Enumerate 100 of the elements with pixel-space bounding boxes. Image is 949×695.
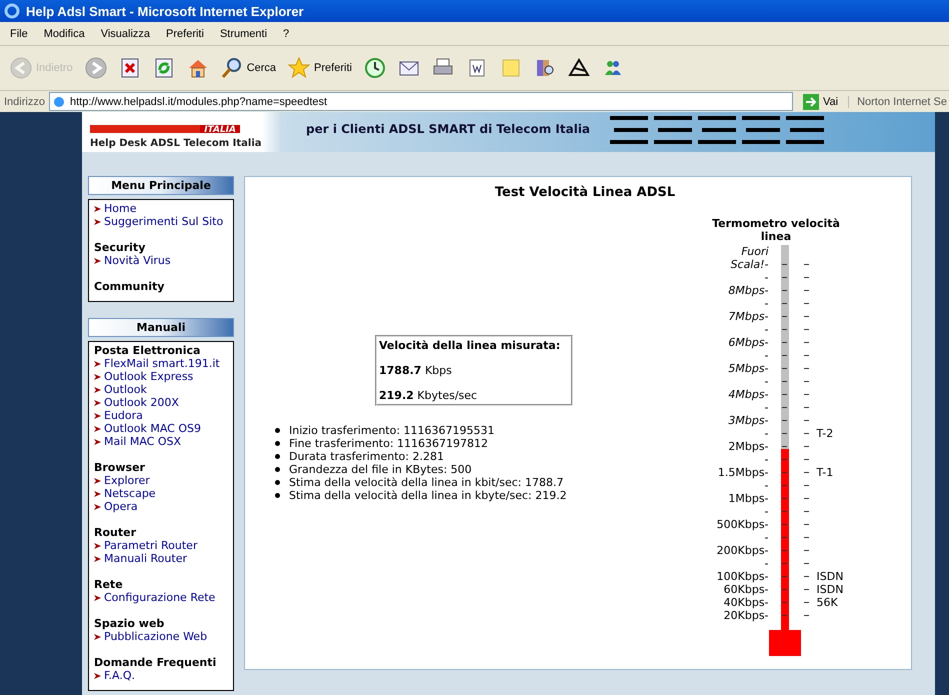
menu-heading: Rete [94, 578, 124, 591]
arrow-bullet-icon [94, 412, 101, 418]
menu-link[interactable]: Parametri Router [94, 539, 229, 552]
arrow-bullet-icon [94, 504, 101, 510]
menu-link[interactable]: Manuali Router [94, 552, 229, 565]
go-button[interactable]: Vai [796, 94, 844, 110]
tick-mark [804, 472, 809, 473]
bullet-icon [275, 441, 280, 446]
tick-mark [804, 615, 809, 616]
scale-label: 60Kbps- [724, 583, 769, 596]
forward-icon [84, 57, 107, 79]
menu-link[interactable]: Outlook MAC OS9 [94, 422, 229, 435]
tick-mark [804, 498, 809, 499]
note-icon [500, 57, 522, 79]
logo-subtitle: ITALIA [200, 125, 240, 133]
menu-link[interactable]: Mail MAC OSX [94, 435, 229, 448]
scale-label: - [764, 505, 769, 518]
menu-link[interactable]: Outlook 200X [94, 396, 229, 409]
arrow-bullet-icon [94, 400, 101, 406]
menu-link[interactable]: Eudora [94, 409, 229, 422]
arrow-bullet-icon [94, 490, 101, 496]
address-label: Indirizzo [4, 96, 45, 108]
tick-mark [804, 511, 809, 512]
scale-label: 6Mbps- [728, 336, 769, 349]
menu-link[interactable]: Opera [94, 500, 229, 513]
tick-mark [804, 459, 809, 460]
scale-label: Fuori [741, 245, 769, 258]
menu-item[interactable]: ? [275, 28, 298, 40]
menu-heading: Posta Elettronica [94, 344, 202, 357]
scale-label: 40Kbps- [724, 596, 769, 609]
tick-mark [804, 316, 809, 317]
browser-icon [4, 3, 20, 19]
scale-note: 56K [816, 596, 838, 609]
menu-item[interactable]: File [2, 28, 36, 40]
tick-mark [804, 264, 809, 265]
detail-text: Fine trasferimento: 1116367197812 [289, 437, 488, 450]
detail-text: Stima della velocità della linea in kbyte/sec: 219.2 [289, 489, 567, 502]
menu-item[interactable]: Modifica [36, 28, 93, 40]
tick-mark [804, 550, 809, 551]
menu-link[interactable]: Outlook [94, 383, 229, 396]
menu-title: Manuali [88, 318, 234, 337]
arrow-bullet-icon [94, 634, 101, 640]
menu-heading: Community [94, 280, 166, 293]
toolbar-label[interactable]: Norton Internet Se [848, 96, 947, 108]
refresh-icon [152, 57, 175, 79]
arrow-bullet-icon [94, 672, 101, 678]
bullet-icon [275, 428, 280, 433]
tick-mark [804, 576, 809, 577]
tick-mark [804, 420, 809, 421]
menu-link[interactable]: Outlook Express [94, 370, 229, 383]
tick-mark [804, 433, 809, 434]
menu-link[interactable]: Home [94, 202, 229, 215]
menu-link[interactable]: FlexMail smart.191.it [94, 357, 229, 370]
menu-link[interactable]: Novità Virus [94, 254, 229, 267]
menu-link[interactable]: Netscape [94, 487, 229, 500]
tick-mark [804, 381, 809, 382]
stop-icon [118, 57, 141, 79]
scale-label: - [764, 453, 769, 466]
menu-item[interactable]: Strumenti [212, 28, 276, 40]
scale-note: ISDN [816, 583, 844, 596]
detail-text: Inizio trasferimento: 1116367195531 [289, 424, 495, 437]
scale-label: 3Mbps- [728, 414, 769, 427]
scale-label: 5Mbps- [728, 362, 769, 375]
tick-mark [804, 303, 809, 304]
scale-label: 1.5Mbps- [718, 466, 769, 479]
tick-mark [804, 407, 809, 408]
tick-mark [804, 368, 809, 369]
bullet-icon [275, 467, 280, 472]
back-icon [10, 57, 32, 79]
scale-label: 200Kbps- [716, 544, 769, 557]
scale-label: - [764, 479, 769, 492]
window-title: Help Adsl Smart - Microsoft Internet Explorer [26, 4, 304, 18]
arrow-bullet-icon [94, 386, 101, 392]
address-field[interactable]: http://www.helpadsl.it/modules.php?name=speedtest [48, 92, 793, 111]
bullet-icon [275, 454, 280, 459]
page-icon [52, 94, 66, 108]
scale-label: - [764, 427, 769, 440]
scale-label: 500Kbps- [716, 518, 769, 531]
menu-link[interactable]: Configurazione Rete [94, 591, 229, 604]
menu-item[interactable]: Preferiti [158, 28, 212, 40]
menu-item[interactable]: Visualizza [92, 28, 158, 40]
arrow-bullet-icon [94, 556, 101, 562]
menu-link[interactable]: Suggerimenti Sul Sito [94, 215, 229, 228]
detail-text: Grandezza del file in KBytes: 500 [289, 463, 472, 476]
menu-link[interactable]: Explorer [94, 474, 229, 487]
menu-link[interactable]: Pubblicazione Web [94, 630, 229, 643]
scale-label: - [764, 271, 769, 284]
scale-label: - [764, 557, 769, 570]
menu-heading: Domande Frequenti [94, 656, 218, 669]
menu-heading: Spazio web [94, 617, 166, 630]
tick-mark [804, 446, 809, 447]
scale-label: 8Mbps- [728, 284, 769, 297]
toolbar-button[interactable]: Cerca [216, 55, 280, 81]
toolbar-button[interactable]: Preferiti [284, 55, 356, 81]
menu-link[interactable]: F.A.Q. [94, 669, 229, 682]
tick-mark [804, 329, 809, 330]
result-value: 219.2 Kbytes/sec [379, 389, 478, 402]
tick-mark [804, 342, 809, 343]
tick-mark [804, 277, 809, 278]
scale-label: - [764, 401, 769, 414]
